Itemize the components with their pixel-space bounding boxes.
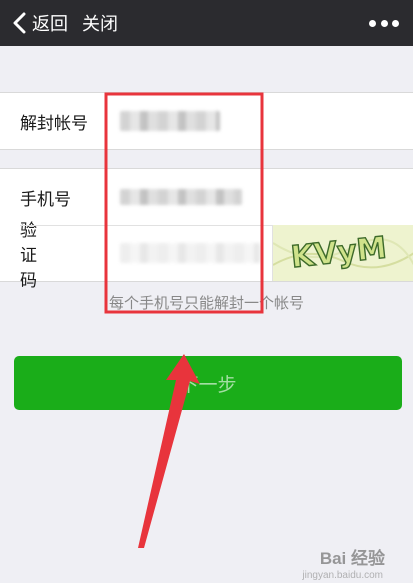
more-dot-icon <box>380 19 388 27</box>
account-group: 解封帐号 <box>0 92 413 150</box>
watermark-url: jingyan.baidu.com <box>302 570 383 581</box>
unblock-account-row: 解封帐号 <box>0 93 413 149</box>
phone-group: 手机号 验证码 KVyM <box>0 168 413 291</box>
phone-label: 手机号 <box>20 189 71 210</box>
more-dot-icon <box>392 19 399 27</box>
unblock-account-label: 解封帐号 <box>20 113 88 134</box>
more-dot-icon <box>369 19 376 27</box>
next-step-button[interactable]: 下一步 <box>14 356 402 410</box>
chevron-left-icon <box>13 12 26 34</box>
redacted-account-value <box>120 111 220 131</box>
baidu-logo: Bai 经验 <box>319 549 385 568</box>
navigation-bar: 返回 关闭 <box>0 0 413 46</box>
redacted-code-value <box>120 243 260 263</box>
captcha-graphic: KVyM <box>272 230 413 276</box>
close-button[interactable]: 关闭 <box>82 10 118 36</box>
back-button[interactable]: 返回 <box>12 10 68 36</box>
verification-code-row: 验证码 KVyM <box>0 221 413 291</box>
phone-row: 手机号 <box>0 169 413 225</box>
verification-code-label: 验证码 <box>20 220 37 291</box>
more-menu-button[interactable] <box>369 15 399 31</box>
captcha-image[interactable]: KVyM <box>272 225 413 281</box>
redacted-phone-value <box>120 189 242 205</box>
hint-text: 每个手机号只能解封一个帐号 <box>108 294 304 312</box>
back-label: 返回 <box>32 14 68 35</box>
captcha-text: KVyM <box>289 230 388 275</box>
